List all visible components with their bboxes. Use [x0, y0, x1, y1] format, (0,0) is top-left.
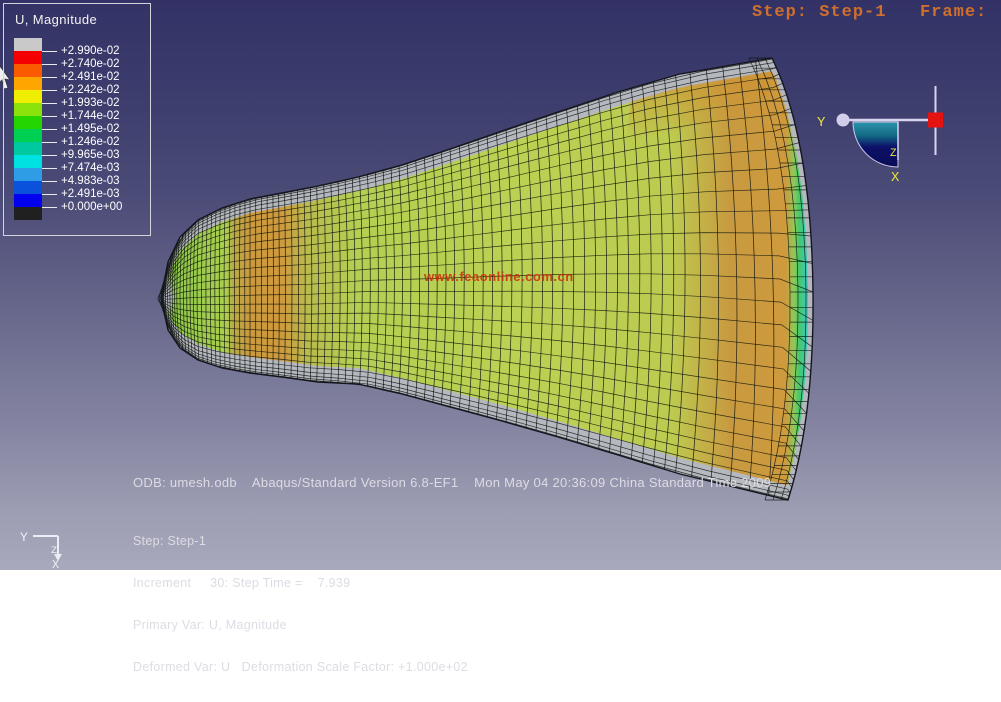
- legend-swatch: [14, 90, 42, 103]
- legend-tick: [42, 77, 57, 78]
- legend-value: +1.495e-02: [61, 123, 120, 135]
- odb-info-line: ODB: umesh.odb Abaqus/Standard Version 6…: [133, 475, 771, 490]
- legend-swatch: [14, 207, 42, 220]
- state-line-primary-var: Primary Var: U, Magnitude: [133, 618, 468, 632]
- legend-value: +2.491e-02: [61, 71, 120, 83]
- contour-legend: U, Magnitude +2.990e-02+2.740e-02+2.491e…: [3, 3, 151, 236]
- compass-ball-icon[interactable]: [837, 114, 850, 127]
- legend-value: +2.242e-02: [61, 84, 120, 96]
- triad-x-label: X: [52, 558, 59, 570]
- legend-tick: [42, 155, 57, 156]
- legend-tick: [42, 90, 57, 91]
- legend-swatch: [14, 181, 42, 194]
- legend-title: U, Magnitude: [15, 12, 97, 27]
- triad-y-label: Y: [20, 530, 28, 545]
- legend-tick: [42, 207, 57, 208]
- step-frame-label: Step: Step-1 Frame:: [752, 3, 987, 22]
- legend-tick: [42, 116, 57, 117]
- legend-tick: [42, 51, 57, 52]
- state-block: Step: Step-1 Increment 30: Step Time = 7…: [133, 506, 468, 702]
- abaqus-viewer-viewport[interactable]: Y Z X Y Z X U, Magnitude +2.990e-02+2.74…: [0, 0, 1001, 570]
- state-line-step: Step: Step-1: [133, 534, 468, 548]
- state-line-deformed-var: Deformed Var: U Deformation Scale Factor…: [133, 660, 468, 674]
- legend-swatch: [14, 51, 42, 64]
- legend-tick: [42, 129, 57, 130]
- legend-value: +2.990e-02: [61, 45, 120, 57]
- legend-value: +2.491e-03: [61, 188, 120, 200]
- legend-tick: [42, 181, 57, 182]
- legend-swatch: [14, 77, 42, 90]
- legend-tick: [42, 142, 57, 143]
- compass-x-label: X: [891, 170, 900, 186]
- legend-swatch: [14, 129, 42, 142]
- orientation-triad: Y Z X: [20, 530, 62, 570]
- legend-value: +7.474e-03: [61, 162, 120, 174]
- view-compass[interactable]: Y Z X: [817, 86, 943, 186]
- legend-tick: [42, 194, 57, 195]
- legend-value: +1.744e-02: [61, 110, 120, 122]
- watermark-text: www.feaonline.com.cn: [424, 269, 574, 284]
- triad-z-label: Z: [51, 546, 57, 557]
- legend-swatch: [14, 103, 42, 116]
- legend-swatch: [14, 142, 42, 155]
- legend-swatch: [14, 116, 42, 129]
- legend-value: +1.246e-02: [61, 136, 120, 148]
- legend-value: +0.000e+00: [61, 201, 122, 213]
- compass-y-label: Y: [817, 115, 826, 131]
- compass-z-label: Z: [890, 148, 897, 160]
- legend-tick: [42, 103, 57, 104]
- state-line-increment: Increment 30: Step Time = 7.939: [133, 576, 468, 590]
- legend-swatch: [14, 168, 42, 181]
- legend-tick: [42, 168, 57, 169]
- compass-fan-icon[interactable]: [853, 122, 898, 167]
- legend-swatch: [14, 38, 42, 51]
- legend-value: +1.993e-02: [61, 97, 120, 109]
- legend-swatch: [14, 64, 42, 77]
- legend-tick: [42, 64, 57, 65]
- legend-value: +4.983e-03: [61, 175, 120, 187]
- legend-swatch: [14, 155, 42, 168]
- compass-red-handle-icon[interactable]: [928, 113, 943, 128]
- legend-value: +9.965e-03: [61, 149, 120, 161]
- legend-value: +2.740e-02: [61, 58, 120, 70]
- legend-swatch: [14, 194, 42, 207]
